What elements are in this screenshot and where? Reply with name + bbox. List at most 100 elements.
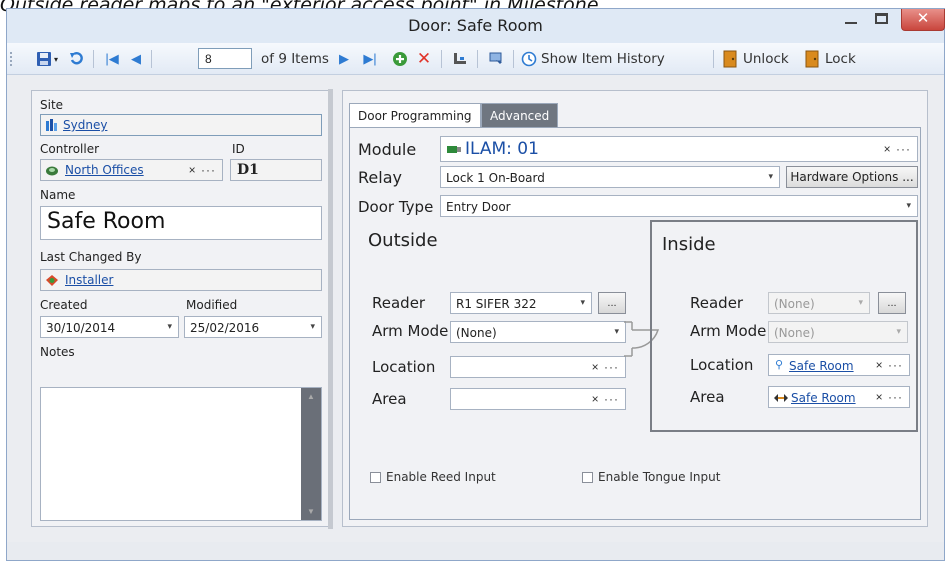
last-changed-field[interactable]: Installer (40, 269, 322, 291)
outside-area-label: Area (372, 390, 407, 408)
door-type-select[interactable]: Entry Door ▾ (440, 195, 918, 217)
save-button[interactable]: ▾ (33, 49, 61, 69)
door-details-panel: Door Programming Advanced Module ILAM: 0… (342, 90, 928, 527)
enable-reed-label: Enable Reed Input (386, 470, 496, 484)
chevron-down-icon: ▾ (858, 297, 863, 307)
inside-area-link[interactable]: Safe Room (791, 391, 856, 405)
unlock-label: Unlock (743, 51, 789, 67)
checkbox-icon (370, 471, 381, 483)
next-record-icon: ▶ (339, 51, 349, 66)
export-icon (489, 52, 502, 64)
outside-area-field[interactable]: × ··· (450, 388, 626, 410)
show-item-history-button[interactable]: Show Item History (521, 49, 671, 69)
area-icon (774, 394, 788, 402)
enable-reed-checkbox[interactable]: Enable Reed Input (370, 470, 496, 484)
site-field[interactable]: Sydney (40, 114, 322, 136)
id-field: D1 (230, 159, 322, 181)
inside-area-label: Area (690, 388, 725, 406)
maximize-button[interactable] (867, 9, 895, 31)
outside-reader-select[interactable]: R1 SIFER 322 ▾ (450, 292, 592, 314)
door-window: Door: Safe Room ✕ ▾ |◀ ◀ 8 of 9 Items ▶ … (6, 8, 945, 561)
outside-area-clear-more-icon[interactable]: × ··· (592, 392, 619, 406)
scroll-down-icon[interactable]: ▼ (307, 507, 315, 516)
inside-location-field[interactable]: ⚲ Safe Room × ··· (768, 354, 910, 376)
created-date-picker[interactable]: 30/10/2014 ▾ (40, 316, 179, 338)
module-field[interactable]: ILAM: 01 × ··· (440, 136, 918, 162)
next-record-button[interactable]: ▶ (335, 49, 353, 69)
inside-reader-value: (None) (774, 297, 815, 311)
last-record-icon: ▶| (363, 51, 377, 66)
module-link[interactable]: ILAM: 01 (465, 139, 539, 159)
last-changed-link[interactable]: Installer (65, 273, 113, 287)
outside-reader-browse-button[interactable]: ... (598, 292, 626, 314)
toolbar-separator (513, 50, 514, 68)
hardware-options-button[interactable]: Hardware Options ... (786, 166, 918, 188)
inside-area-field[interactable]: Safe Room × ··· (768, 386, 910, 408)
notes-label: Notes (40, 345, 75, 359)
name-value: Safe Room (47, 209, 166, 234)
undo-button[interactable] (65, 49, 87, 69)
notes-scrollbar[interactable]: ▲ ▼ (301, 388, 321, 520)
add-button[interactable] (389, 49, 411, 69)
delete-button[interactable]: ✕ (413, 49, 435, 69)
tab-advanced[interactable]: Advanced (481, 103, 559, 127)
previous-record-icon: ◀ (131, 51, 141, 66)
door-type-value: Entry Door (446, 200, 511, 214)
export-button[interactable] (485, 49, 507, 69)
modified-date-picker[interactable]: 25/02/2016 ▾ (184, 316, 322, 338)
toolbar-separator (477, 50, 478, 68)
site-link[interactable]: Sydney (63, 118, 107, 132)
outside-location-clear-more-icon[interactable]: × ··· (592, 360, 619, 374)
lock-door-icon (805, 50, 819, 68)
name-input[interactable]: Safe Room (40, 206, 322, 240)
outside-arm-mode-value: (None) (456, 326, 497, 340)
scroll-up-icon[interactable]: ▲ (307, 392, 315, 401)
relay-label: Relay (358, 168, 402, 187)
location-pin-icon: ⚲ (775, 359, 784, 371)
inside-area-clear-more-icon[interactable]: × ··· (876, 390, 903, 404)
record-number-input[interactable]: 8 (198, 48, 252, 69)
chevron-down-icon: ▾ (768, 171, 773, 181)
outside-arm-mode-select[interactable]: (None) ▾ (450, 321, 626, 343)
controller-label: Controller (40, 142, 100, 156)
controller-field[interactable]: North Offices × ··· (40, 159, 223, 181)
lock-button[interactable]: Lock (805, 49, 875, 69)
inside-location-link[interactable]: Safe Room (789, 359, 854, 373)
first-record-button[interactable]: |◀ (101, 49, 123, 69)
inside-reader-browse-button[interactable]: ... (878, 292, 906, 314)
controller-icon (46, 166, 58, 176)
outside-reader-label: Reader (372, 294, 426, 312)
save-icon (36, 52, 51, 66)
panel-splitter[interactable] (328, 89, 333, 529)
delete-icon: ✕ (416, 49, 432, 68)
tab-door-programming[interactable]: Door Programming (349, 103, 481, 127)
module-clear-more-icon[interactable]: × ··· (884, 142, 911, 156)
outside-location-field[interactable]: × ··· (450, 356, 626, 378)
toolbar-grip[interactable] (10, 52, 12, 66)
controller-clear-more-icon[interactable]: × ··· (189, 163, 216, 177)
relay-select[interactable]: Lock 1 On-Board ▾ (440, 166, 780, 188)
notes-textarea[interactable]: ▲ ▼ (40, 387, 322, 521)
minimize-button[interactable] (837, 9, 865, 31)
close-icon: ✕ (916, 10, 930, 27)
hierarchy-button[interactable] (449, 49, 471, 69)
close-button[interactable]: ✕ (901, 9, 945, 31)
chevron-down-icon: ▾ (906, 200, 911, 210)
undo-icon (70, 52, 83, 65)
site-label: Site (40, 98, 64, 112)
inside-location-clear-more-icon[interactable]: × ··· (876, 358, 903, 372)
first-record-icon: |◀ (105, 51, 119, 66)
controller-link[interactable]: North Offices (65, 163, 144, 177)
door-type-label: Door Type (358, 198, 434, 216)
created-label: Created (40, 298, 88, 312)
last-record-button[interactable]: ▶| (359, 49, 381, 69)
previous-record-button[interactable]: ◀ (127, 49, 145, 69)
toolbar-separator (93, 50, 94, 68)
outside-reader-value: R1 SIFER 322 (456, 297, 537, 311)
inside-arm-mode-select[interactable]: (None) ▾ (768, 321, 908, 343)
enable-tongue-checkbox[interactable]: Enable Tongue Input (582, 470, 720, 484)
inside-reader-select[interactable]: (None) ▾ (768, 292, 870, 314)
unlock-button[interactable]: Unlock (723, 49, 813, 69)
module-icon (447, 146, 461, 153)
id-value: D1 (237, 162, 259, 178)
